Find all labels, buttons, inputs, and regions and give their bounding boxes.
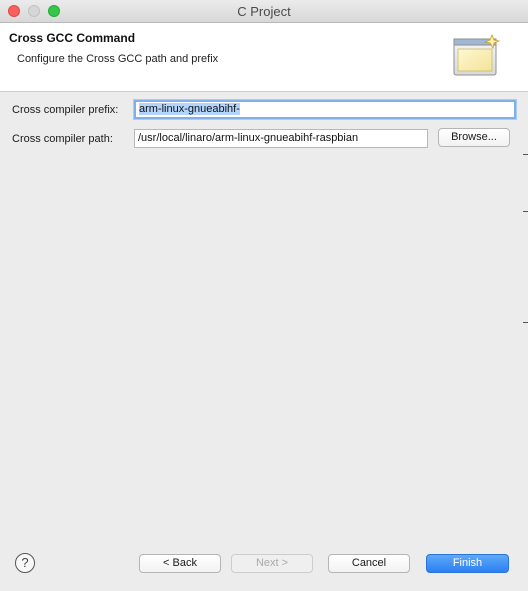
edge-artifact <box>523 211 528 212</box>
window-title: C Project <box>237 4 291 19</box>
browse-button[interactable]: Browse... <box>438 128 510 147</box>
cross-compiler-prefix-value: arm-linux-gnueabihf- <box>139 103 240 115</box>
edge-artifact <box>523 322 528 323</box>
cross-compiler-path-input[interactable]: /usr/local/linaro/arm-linux-gnueabihf-ra… <box>134 129 428 148</box>
cross-compiler-path-label: Cross compiler path: <box>12 133 113 145</box>
cancel-button[interactable]: Cancel <box>328 554 410 573</box>
wizard-header: Cross GCC Command Configure the Cross GC… <box>0 23 528 92</box>
help-icon[interactable]: ? <box>15 553 35 573</box>
edge-artifact <box>523 154 528 155</box>
next-button[interactable]: Next > <box>231 554 313 573</box>
cross-compiler-prefix-label: Cross compiler prefix: <box>12 104 119 116</box>
page-description: Configure the Cross GCC path and prefix <box>17 53 219 65</box>
title-bar: C Project <box>0 0 528 23</box>
wizard-banner-icon <box>453 33 501 76</box>
finish-button[interactable]: Finish <box>426 554 509 573</box>
c-project-dialog: C Project Cross GCC Command Configure th… <box>0 0 528 591</box>
cross-compiler-prefix-input[interactable]: arm-linux-gnueabihf- <box>134 100 516 119</box>
back-button[interactable]: < Back <box>139 554 221 573</box>
page-title: Cross GCC Command <box>9 31 136 45</box>
